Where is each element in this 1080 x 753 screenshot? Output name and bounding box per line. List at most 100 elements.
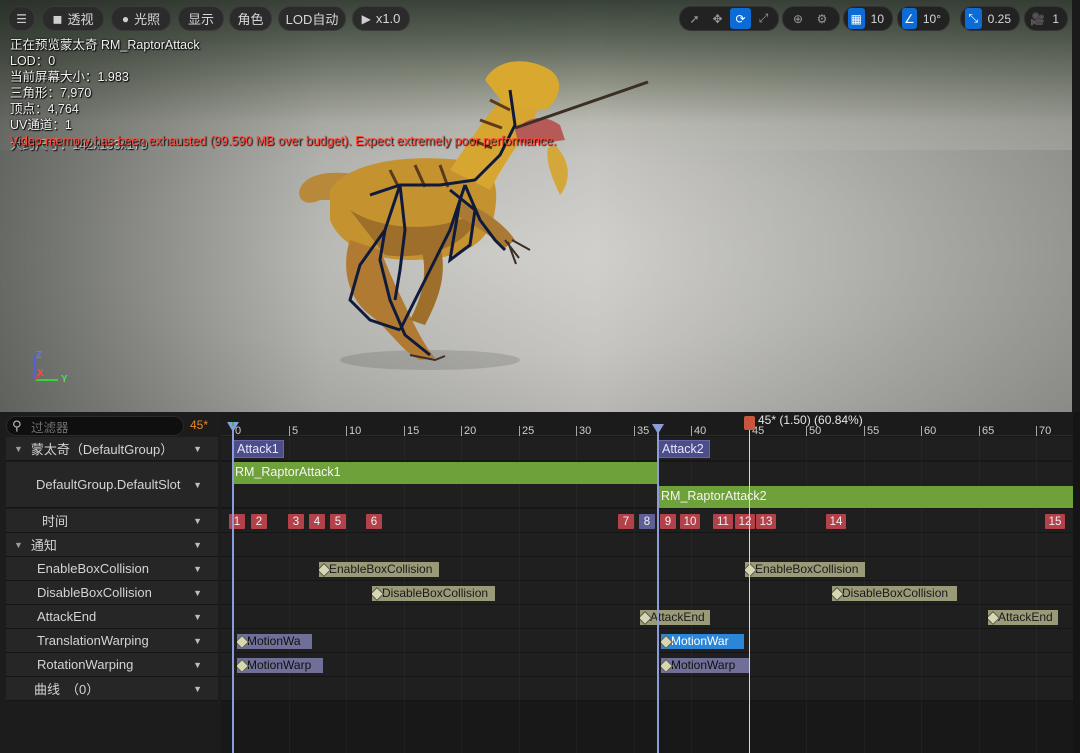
notify-subtrack-label: RotationWarping: [37, 657, 134, 672]
translation-warping-notify[interactable]: MotionWar: [661, 634, 744, 649]
montage-section[interactable]: Attack2: [658, 440, 710, 458]
curve-track-header[interactable]: 曲线 （0） ▼: [6, 677, 218, 701]
time-marker[interactable]: 9: [660, 514, 676, 529]
time-marker[interactable]: 13: [756, 514, 776, 529]
play-rate-button[interactable]: ▶ x1.0: [352, 6, 410, 31]
rotation-warping-notify[interactable]: MotionWarp: [661, 658, 749, 673]
grid-snap-value[interactable]: 10: [867, 12, 888, 26]
animation-viewport[interactable]: ☰ ◼ 透视 ● 光照 显示 角色 LOD自动 ▶ x1.0 ➚ ✥ ⟳ ⤢ ⊕…: [0, 0, 1080, 412]
surface-snap-icon[interactable]: ⚙: [811, 8, 833, 29]
grid-line: [979, 436, 980, 753]
notify-subtrack[interactable]: DisableBoxCollision ▼: [6, 581, 218, 605]
character-button[interactable]: 角色: [229, 6, 272, 31]
notify-subtrack-bg: [221, 629, 1073, 653]
lit-button[interactable]: ● 光照: [111, 6, 171, 31]
cube-icon: ◼: [52, 11, 63, 26]
rotate-icon[interactable]: ⟳: [730, 8, 751, 29]
attack-end-notify[interactable]: AttackEnd: [640, 610, 710, 625]
chevron-down-icon[interactable]: ▼: [193, 444, 202, 454]
time-marker[interactable]: 3: [288, 514, 304, 529]
chevron-down-icon[interactable]: ▼: [193, 612, 202, 622]
enable-collision-notify[interactable]: EnableBoxCollision: [745, 562, 865, 577]
notify-track-bg: [221, 533, 1073, 557]
rotation-snap-value[interactable]: 10°: [919, 12, 945, 26]
show-button[interactable]: 显示: [178, 6, 224, 31]
perspective-label: 透视: [67, 12, 94, 27]
curve-track-bg: [221, 677, 1073, 701]
camera-icon[interactable]: 🎥: [1029, 8, 1046, 29]
chevron-down-icon[interactable]: ▼: [193, 480, 202, 490]
translation-warping-notify[interactable]: MotionWa: [237, 634, 312, 649]
montage-track-header[interactable]: ▼ 蒙太奇（DefaultGroup） ▼: [6, 437, 218, 461]
montage-section[interactable]: Attack1: [233, 440, 284, 458]
time-marker[interactable]: 10: [680, 514, 700, 529]
world-coords-icon[interactable]: ⊕: [787, 8, 809, 29]
time-marker[interactable]: 2: [251, 514, 267, 529]
notify-subtrack[interactable]: EnableBoxCollision ▼: [6, 557, 218, 581]
rotation-snap-group: ∠ 10°: [897, 6, 950, 31]
notify-subtrack[interactable]: TranslationWarping ▼: [6, 629, 218, 653]
filter-input[interactable]: ⚲ 过滤器: [6, 416, 184, 436]
time-marker[interactable]: 5: [330, 514, 346, 529]
chevron-down-icon[interactable]: ▼: [193, 540, 202, 550]
attack-end-notify[interactable]: AttackEnd: [988, 610, 1058, 625]
chevron-down-icon[interactable]: ▼: [193, 588, 202, 598]
stat-line: 顶点：4,764: [10, 102, 79, 116]
time-marker[interactable]: 7: [618, 514, 634, 529]
start-marker-icon[interactable]: [227, 422, 239, 434]
ruler-tick-label: 70: [1039, 425, 1052, 437]
playhead-handle[interactable]: [744, 416, 755, 430]
ruler-tick-label: 15: [407, 425, 420, 437]
time-marker[interactable]: 14: [826, 514, 846, 529]
stat-line: 当前屏幕大小：1.983: [10, 70, 129, 84]
section-marker-icon[interactable]: [652, 424, 664, 436]
anim-segment[interactable]: RM_RaptorAttack1: [232, 462, 658, 484]
time-track-label: 时间: [42, 514, 69, 529]
time-marker[interactable]: 8: [639, 514, 655, 529]
chevron-down-icon[interactable]: ▼: [193, 684, 202, 694]
timeline-area[interactable]: 0 5 10 15 20 25 30 35 40 45 50 55 60 65 …: [221, 412, 1073, 753]
anim-segment[interactable]: RM_RaptorAttack2: [658, 486, 1073, 508]
transform-tools: ➚ ✥ ⟳ ⤢: [679, 6, 779, 31]
disable-collision-notify[interactable]: DisableBoxCollision: [372, 586, 495, 601]
time-marker[interactable]: 6: [366, 514, 382, 529]
collapse-arrow-icon[interactable]: ▼: [14, 540, 23, 550]
chevron-down-icon[interactable]: ▼: [193, 516, 202, 526]
notify-track-header[interactable]: ▼ 通知 ▼: [6, 533, 218, 557]
scale-icon[interactable]: ⤢: [753, 8, 774, 29]
slot-track-header[interactable]: DefaultGroup.DefaultSlot ▼: [6, 462, 218, 508]
rotation-snap-icon[interactable]: ∠: [902, 8, 917, 29]
notify-subtrack[interactable]: AttackEnd ▼: [6, 605, 218, 629]
time-marker[interactable]: 11: [713, 514, 733, 529]
time-marker[interactable]: 15: [1045, 514, 1065, 529]
ruler-tick: [634, 426, 635, 436]
perspective-button[interactable]: ◼ 透视: [42, 6, 104, 31]
character-label: 角色: [237, 12, 264, 27]
notify-subtrack[interactable]: RotationWarping ▼: [6, 653, 218, 677]
axis-gizmo: Z X Y: [28, 350, 73, 390]
timeline-ruler[interactable]: 0 5 10 15 20 25 30 35 40 45 50 55 60 65 …: [221, 412, 1073, 437]
rotation-warping-notify[interactable]: MotionWarp: [237, 658, 323, 673]
ruler-tick-label: 35: [637, 425, 650, 437]
stat-line: 三角形：7,970: [10, 86, 92, 100]
viewport-menu-button[interactable]: ☰: [8, 6, 35, 31]
viewport-stats: 正在预览蒙太奇 RM_RaptorAttack LOD：0 当前屏幕大小：1.983…: [10, 37, 200, 133]
select-icon[interactable]: ➚: [684, 8, 705, 29]
translate-icon[interactable]: ✥: [707, 8, 728, 29]
collapse-arrow-icon[interactable]: ▼: [14, 444, 23, 454]
ruler-tick: [404, 426, 405, 436]
disable-collision-notify[interactable]: DisableBoxCollision: [832, 586, 957, 601]
scale-snap-value[interactable]: 0.25: [984, 12, 1015, 26]
chevron-down-icon[interactable]: ▼: [193, 636, 202, 646]
time-track-header[interactable]: 时间 ▼: [6, 509, 218, 533]
camera-speed-value[interactable]: 1: [1048, 12, 1063, 26]
chevron-down-icon[interactable]: ▼: [193, 660, 202, 670]
grid-snap-icon[interactable]: ▦: [848, 8, 865, 29]
time-marker[interactable]: 4: [309, 514, 325, 529]
montage-timeline-panel: ⚲ 过滤器 45* ▼ 蒙太奇（DefaultGroup） ▼ DefaultG…: [0, 412, 1080, 753]
lod-button[interactable]: LOD自动: [278, 6, 346, 31]
enable-collision-notify[interactable]: EnableBoxCollision: [319, 562, 439, 577]
chevron-down-icon[interactable]: ▼: [193, 564, 202, 574]
time-marker[interactable]: 12: [735, 514, 755, 529]
scale-snap-icon[interactable]: ⤡: [965, 8, 982, 29]
